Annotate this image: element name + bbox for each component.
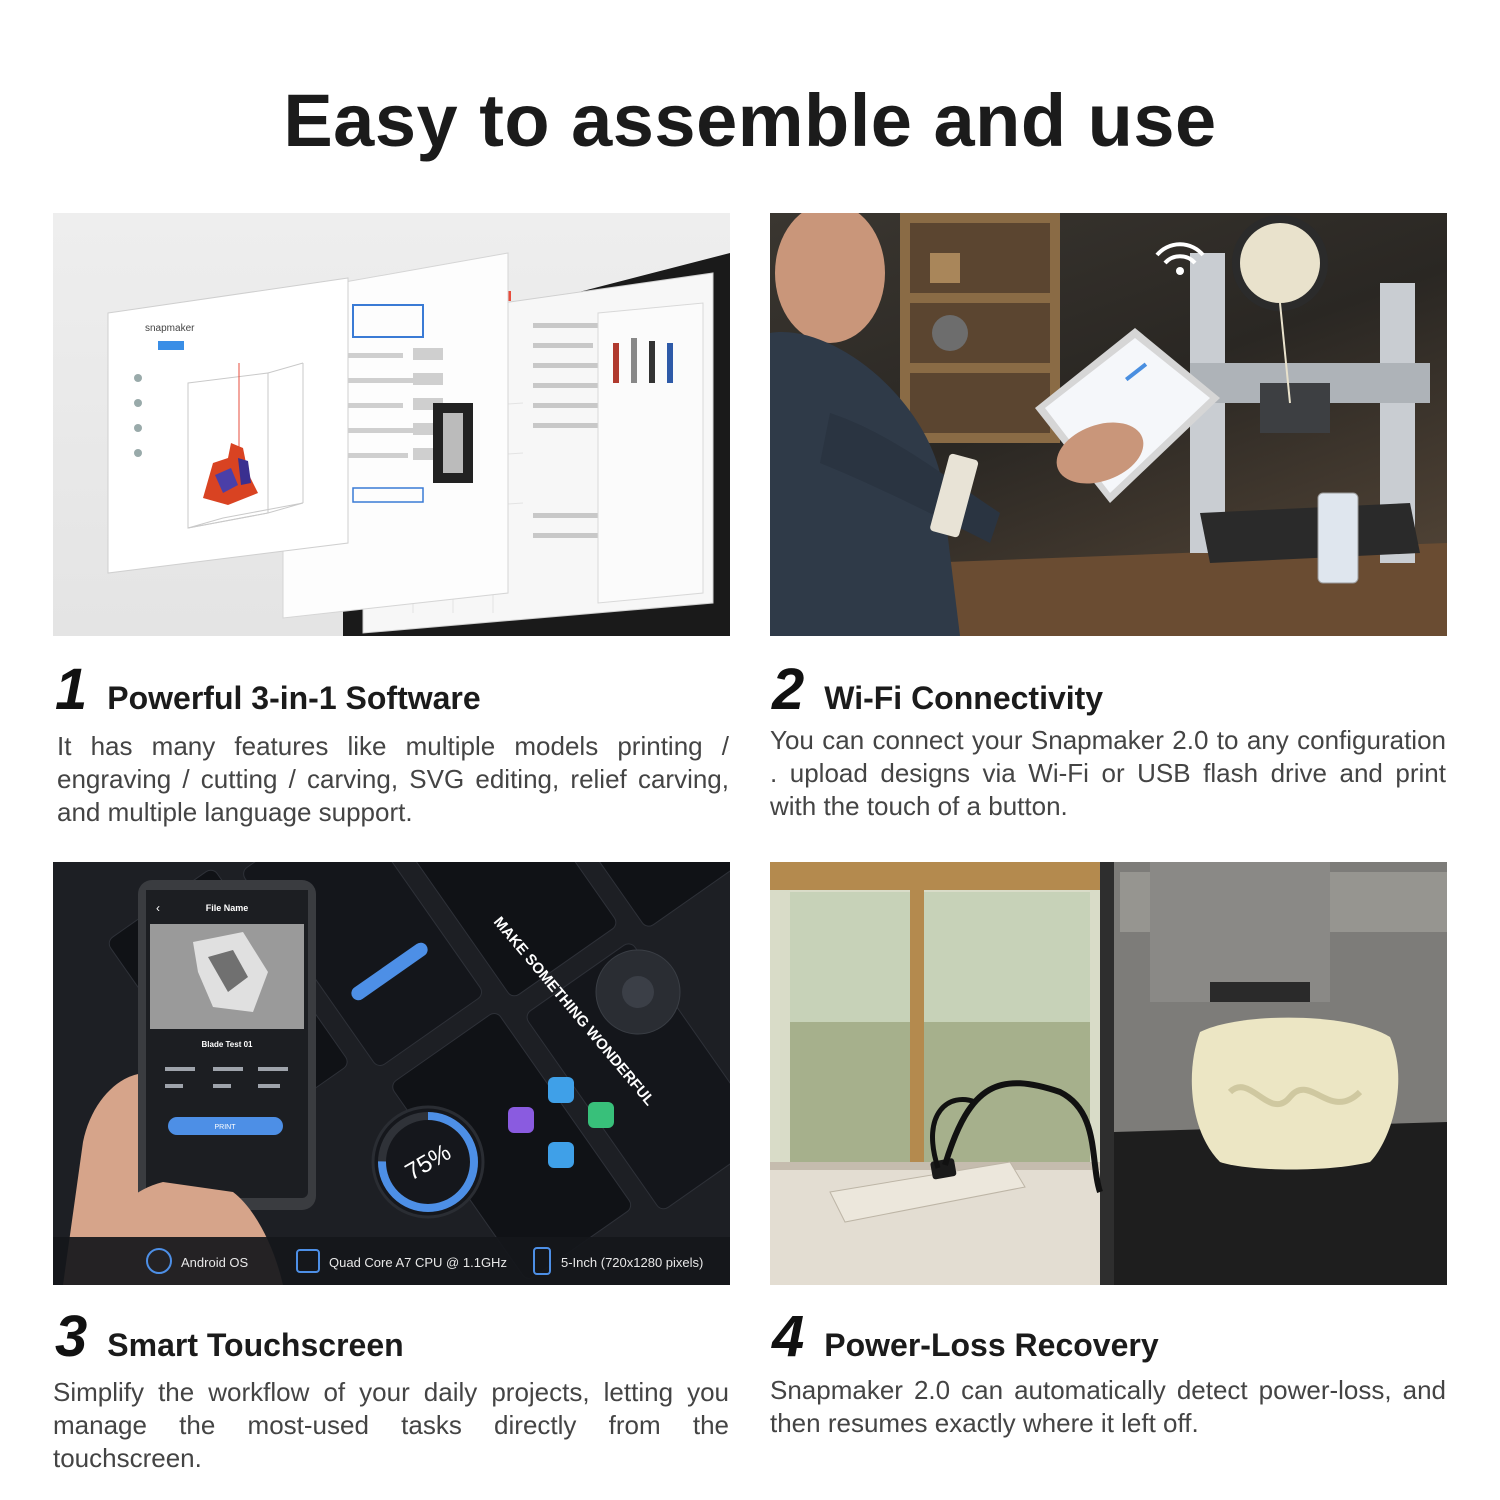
feature-3-description: Simplify the workflow of your daily proj…: [53, 1377, 729, 1473]
file-name-label: File Name: [206, 903, 249, 913]
touchscreen-illustration: MAKE SOMETHING WONDERFUL 75% File Name ‹…: [53, 862, 730, 1285]
feature-4-heading: 4 Power-Loss Recovery: [772, 1303, 1159, 1370]
spec-screen: 5-Inch (720x1280 pixels): [561, 1255, 703, 1270]
wifi-photo: [770, 213, 1447, 636]
feature-3-title: Smart Touchscreen: [107, 1327, 404, 1363]
feature-4-description: Snapmaker 2.0 can automatically detect p…: [770, 1375, 1446, 1438]
software-brand: snapmaker: [145, 323, 195, 334]
feature-2-description: You can connect your Snapmaker 2.0 to an…: [770, 725, 1446, 821]
feature-4-number: 4: [772, 1304, 805, 1369]
feature-1-description: It has many features like multiple model…: [57, 731, 729, 827]
back-icon: ‹: [156, 901, 160, 915]
print-button: PRINT: [215, 1124, 237, 1131]
feature-2-number: 2: [772, 657, 805, 722]
model-name-label: Blade Test 01: [202, 1040, 254, 1049]
spec-os: Android OS: [181, 1255, 249, 1270]
feature-1-number: 1: [55, 657, 88, 722]
feature-1-title: Powerful 3-in-1 Software: [107, 680, 481, 716]
feature-4-title: Power-Loss Recovery: [824, 1327, 1159, 1363]
software-screenshot: snapmaker: [53, 213, 730, 636]
feature-3-heading: 3 Smart Touchscreen: [55, 1303, 404, 1370]
feature-1-heading: 1 Powerful 3-in-1 Software: [55, 656, 481, 723]
page-title: Easy to assemble and use: [283, 79, 1217, 162]
feature-2-title: Wi-Fi Connectivity: [824, 680, 1104, 716]
power-loss-photo: [770, 862, 1447, 1285]
feature-3-number: 3: [55, 1304, 88, 1369]
feature-2-heading: 2 Wi-Fi Connectivity: [772, 656, 1103, 723]
spec-cpu: Quad Core A7 CPU @ 1.1GHz: [329, 1255, 507, 1270]
